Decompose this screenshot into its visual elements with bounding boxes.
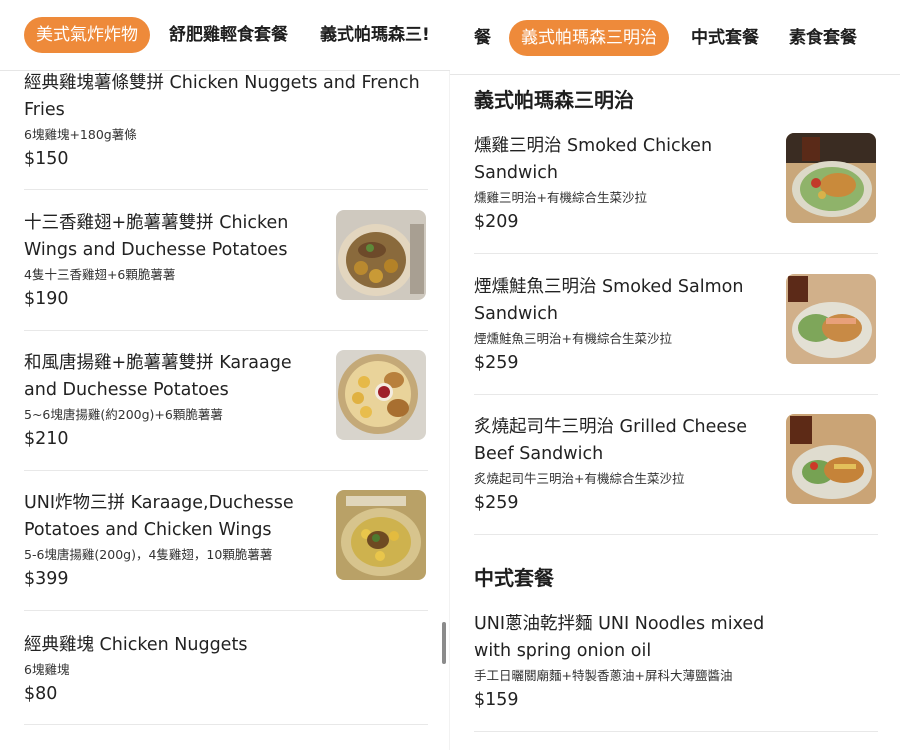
menu-item-price: $209 [474, 212, 519, 232]
tab-vegetarian-set[interactable]: 素食套餐 [789, 20, 857, 56]
section-title-sandwich: 義式帕瑪森三明治 [474, 88, 634, 112]
menu-item-description: 手工日曬關廟麵+特製香蔥油+屏科大薄鹽醬油 [474, 668, 733, 683]
menu-item-name: 炙燒起司牛三明治 Grilled Cheese Beef Sandwich [474, 417, 748, 464]
tab-prev-set-meal[interactable]: 餐 [474, 20, 491, 56]
menu-item-text: UNI蔥油乾拌麵 UNI Noodles mixed with spring o… [474, 611, 774, 712]
left-menu-panel: 美式氣炸炸物 舒肥雞輕食套餐 義式帕瑪森三! 經典雞塊薯條雙拼 Chicken … [0, 0, 450, 750]
tab-parmesan-sandwich[interactable]: 義式帕瑪森三明治 [509, 20, 669, 56]
menu-item-name: 經典雞塊 Chicken Nuggets [24, 635, 248, 655]
tab-fried-food[interactable]: 美式氣炸炸物 [24, 17, 150, 53]
menu-item-text: 經典雞塊 Chicken Nuggets 6塊雞塊 $80 [24, 632, 428, 706]
menu-item-name: 和風唐揚雞+脆薯薯雙拼 Karaage and Duchesse Potatoe… [24, 353, 292, 400]
menu-item-karaage-potatoes[interactable]: 和風唐揚雞+脆薯薯雙拼 Karaage and Duchesse Potatoe… [24, 350, 428, 471]
menu-item-text: 炙燒起司牛三明治 Grilled Cheese Beef Sandwich 炙燒… [474, 414, 774, 515]
menu-item-price: $210 [24, 429, 69, 449]
smoked-chicken-sandwich-photo [786, 133, 876, 223]
category-tab-bar: 餐 義式帕瑪森三明治 中式套餐 素食套餐 [450, 0, 900, 75]
menu-item-price: $399 [24, 569, 69, 589]
menu-item-name: UNI蔥油乾拌麵 UNI Noodles mixed with spring o… [474, 614, 765, 661]
karaage-potatoes-photo [336, 350, 426, 440]
smoked-salmon-sandwich-photo [786, 274, 876, 364]
menu-item-uni-noodles[interactable]: UNI蔥油乾拌麵 UNI Noodles mixed with spring o… [474, 611, 878, 732]
menu-item-text: UNI炸物三拼 Karaage,Duchesse Potatoes and Ch… [24, 490, 324, 591]
menu-item-text: 十三香雞翅+脆薯薯雙拼 Chicken Wings and Duchesse P… [24, 210, 324, 311]
menu-item-description: 6塊雞塊+180g薯條 [24, 127, 137, 142]
menu-item-grilled-cheese-beef-sandwich[interactable]: 炙燒起司牛三明治 Grilled Cheese Beef Sandwich 炙燒… [474, 414, 878, 535]
menu-item-name: 燻雞三明治 Smoked Chicken Sandwich [474, 136, 713, 183]
menu-item-price: $80 [24, 684, 58, 704]
menu-item-nuggets-fries[interactable]: 經典雞塊薯條雙拼 Chicken Nuggets and French Frie… [24, 70, 428, 190]
menu-item-description: 燻雞三明治+有機綜合生菜沙拉 [474, 190, 647, 205]
menu-item-uni-fried-platter[interactable]: UNI炸物三拼 Karaage,Duchesse Potatoes and Ch… [24, 490, 428, 611]
scrollbar-thumb[interactable] [442, 622, 446, 664]
category-tab-bar: 美式氣炸炸物 舒肥雞輕食套餐 義式帕瑪森三! [0, 0, 450, 71]
menu-item-name: 經典雞塊薯條雙拼 Chicken Nuggets and French Frie… [24, 73, 420, 120]
menu-item-text: 和風唐揚雞+脆薯薯雙拼 Karaage and Duchesse Potatoe… [24, 350, 324, 451]
menu-item-description: 5~6塊唐揚雞(約200g)+6顆脆薯薯 [24, 407, 223, 422]
right-menu-panel: 餐 義式帕瑪森三明治 中式套餐 素食套餐 義式帕瑪森三明治 燻雞三明治 Smok… [450, 0, 900, 750]
menu-item-price: $259 [474, 493, 519, 513]
tab-sous-vide-chicken[interactable]: 舒肥雞輕食套餐 [169, 17, 288, 53]
tab-chinese-set[interactable]: 中式套餐 [691, 20, 759, 56]
menu-item-price: $190 [24, 289, 69, 309]
menu-item-nuggets[interactable]: 經典雞塊 Chicken Nuggets 6塊雞塊 $80 [24, 632, 428, 725]
menu-item-name: 十三香雞翅+脆薯薯雙拼 Chicken Wings and Duchesse P… [24, 213, 289, 260]
menu-item-text: 燻雞三明治 Smoked Chicken Sandwich 燻雞三明治+有機綜合… [474, 133, 774, 234]
menu-item-text: 經典雞塊薯條雙拼 Chicken Nuggets and French Frie… [24, 70, 428, 171]
fried-platter-photo [336, 490, 426, 580]
menu-item-description: 5-6塊唐揚雞(200g)，4隻雞翅，10顆脆薯薯 [24, 547, 273, 562]
menu-item-smoked-salmon-sandwich[interactable]: 煙燻鮭魚三明治 Smoked Salmon Sandwich 煙燻鮭魚三明治+有… [474, 274, 878, 395]
grilled-cheese-beef-sandwich-photo [786, 414, 876, 504]
menu-item-price: $159 [474, 690, 519, 710]
menu-item-price: $150 [24, 149, 69, 169]
tab-parmesan-sandwich[interactable]: 義式帕瑪森三! [320, 17, 430, 53]
menu-item-smoked-chicken-sandwich[interactable]: 燻雞三明治 Smoked Chicken Sandwich 燻雞三明治+有機綜合… [474, 133, 878, 254]
menu-item-price: $259 [474, 353, 519, 373]
menu-item-description: 煙燻鮭魚三明治+有機綜合生菜沙拉 [474, 331, 672, 346]
menu-item-description: 6塊雞塊 [24, 662, 70, 677]
menu-item-description: 4隻十三香雞翅+6顆脆薯薯 [24, 267, 176, 282]
menu-item-text: 煙燻鮭魚三明治 Smoked Salmon Sandwich 煙燻鮭魚三明治+有… [474, 274, 774, 375]
menu-item-description: 炙燒起司牛三明治+有機綜合生菜沙拉 [474, 471, 685, 486]
menu-item-name: UNI炸物三拼 Karaage,Duchesse Potatoes and Ch… [24, 493, 294, 540]
wings-potatoes-photo [336, 210, 426, 300]
menu-item-wings-potatoes[interactable]: 十三香雞翅+脆薯薯雙拼 Chicken Wings and Duchesse P… [24, 210, 428, 331]
menu-item-name: 煙燻鮭魚三明治 Smoked Salmon Sandwich [474, 277, 744, 324]
section-title-chinese-set: 中式套餐 [474, 566, 554, 590]
